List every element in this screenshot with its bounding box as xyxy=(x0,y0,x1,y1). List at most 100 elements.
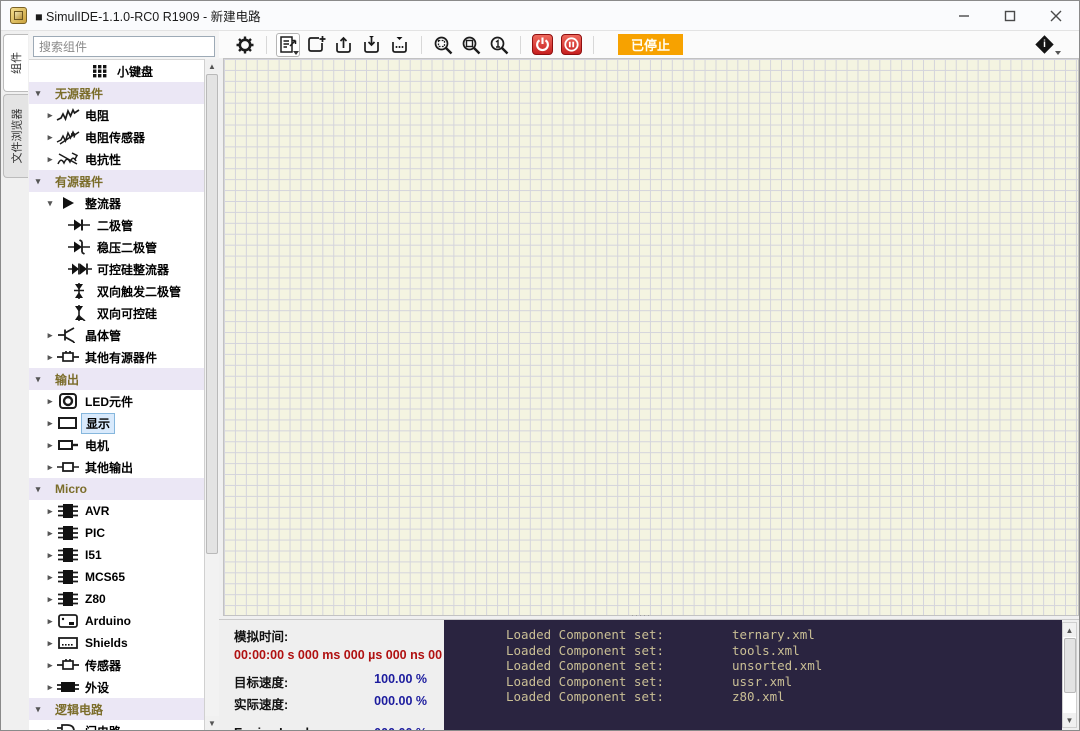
arduino-icon xyxy=(55,613,81,629)
console-message: Loaded Component set: xyxy=(506,689,732,705)
collapse-arrow-icon[interactable]: ▸ xyxy=(45,330,55,341)
expand-arrow-icon[interactable]: ▾ xyxy=(33,484,43,495)
console-scrollbar[interactable]: ▲ ▼ xyxy=(1062,622,1077,728)
collapse-arrow-icon[interactable]: ▸ xyxy=(45,396,55,407)
collapse-arrow-icon[interactable]: ▸ xyxy=(45,154,55,165)
expand-arrow-icon[interactable]: ▾ xyxy=(33,704,43,715)
collapse-arrow-icon[interactable]: ▸ xyxy=(45,682,55,693)
tree-item-label: 其他有源器件 xyxy=(81,348,161,367)
tree-item[interactable]: ▸Arduino xyxy=(29,610,204,632)
collapse-arrow-icon[interactable]: ▸ xyxy=(45,528,55,539)
close-button[interactable] xyxy=(1033,1,1079,30)
collapse-arrow-icon[interactable]: ▸ xyxy=(45,132,55,143)
collapse-arrow-icon[interactable]: ▸ xyxy=(45,616,55,627)
collapse-arrow-icon[interactable]: ▸ xyxy=(45,594,55,605)
tree-item[interactable]: ▸ Z80 xyxy=(29,588,204,610)
save-as-button[interactable] xyxy=(388,33,412,57)
collapse-arrow-icon[interactable]: ▸ xyxy=(45,572,55,583)
tree-category[interactable]: ▾Micro xyxy=(29,478,204,500)
scroll-up-icon[interactable]: ▲ xyxy=(205,59,219,73)
tree-item-label: Z80 xyxy=(81,591,110,607)
new-circuit-icon xyxy=(306,35,326,55)
collapse-arrow-icon[interactable]: ▸ xyxy=(45,352,55,363)
file-actions-button[interactable] xyxy=(276,33,300,57)
console-line: Loaded Component set:tools.xml xyxy=(506,643,1062,659)
expand-arrow-icon[interactable]: ▾ xyxy=(33,88,43,99)
tree-item[interactable]: ▸I51 xyxy=(29,544,204,566)
collapse-arrow-icon[interactable]: ▸ xyxy=(45,550,55,561)
expand-arrow-icon[interactable]: ▾ xyxy=(33,374,43,385)
tree-item[interactable]: ▸ 其他输出 xyxy=(29,456,204,478)
tree-item[interactable]: ▸显示 xyxy=(29,412,204,434)
tree-item[interactable]: ▸ 电抗性 xyxy=(29,148,204,170)
info-button[interactable]: i xyxy=(1035,35,1061,55)
collapse-arrow-icon[interactable]: ▸ xyxy=(45,660,55,671)
tree-category[interactable]: ▾输出 xyxy=(29,368,204,390)
power-circuit-button[interactable] xyxy=(532,34,553,55)
tree-item[interactable]: ▸ 其他有源器件 xyxy=(29,346,204,368)
side-tab-label: 文件浏览器 xyxy=(8,109,24,164)
collapse-arrow-icon[interactable]: ▸ xyxy=(45,110,55,121)
tree-item[interactable]: ▸外设 xyxy=(29,676,204,698)
tree-item-label: 其他输出 xyxy=(81,458,137,477)
scroll-down-icon[interactable]: ▼ xyxy=(1063,713,1076,727)
tree-item[interactable]: 小键盘 xyxy=(29,60,204,82)
expand-arrow-icon[interactable]: ▾ xyxy=(33,176,43,187)
app-icon xyxy=(10,7,27,24)
tree-item[interactable]: 双向触发二极管 xyxy=(29,280,204,302)
open-circuit-button[interactable] xyxy=(332,33,356,57)
zoom-area-icon xyxy=(461,35,481,55)
tree-item[interactable]: ▾整流器 xyxy=(29,192,204,214)
collapse-arrow-icon[interactable]: ▸ xyxy=(45,418,55,429)
tree-item[interactable]: ▸电机 xyxy=(29,434,204,456)
tree-item[interactable]: ▸电阻 xyxy=(29,104,204,126)
tree-item[interactable]: 二极管 xyxy=(29,214,204,236)
tree-item[interactable]: ▸LED元件 xyxy=(29,390,204,412)
tree-scroll-thumb[interactable] xyxy=(206,74,218,554)
maximize-button[interactable] xyxy=(987,1,1033,30)
zoom-area-button[interactable] xyxy=(459,33,483,57)
zoom-one-button[interactable] xyxy=(487,33,511,57)
console-scroll-thumb[interactable] xyxy=(1064,638,1076,693)
expand-arrow-icon[interactable]: ▾ xyxy=(45,198,55,209)
new-circuit-button[interactable] xyxy=(304,33,328,57)
tree-category[interactable]: ▾有源器件 xyxy=(29,170,204,192)
zoom-fit-button[interactable] xyxy=(431,33,455,57)
console-message: Loaded Component set: xyxy=(506,658,732,674)
minimize-button[interactable] xyxy=(941,1,987,30)
circuit-canvas[interactable] xyxy=(223,58,1079,616)
tree-item[interactable]: 双向可控硅 xyxy=(29,302,204,324)
collapse-arrow-icon[interactable]: ▸ xyxy=(45,638,55,649)
tree-item[interactable]: ▸PIC xyxy=(29,522,204,544)
collapse-arrow-icon[interactable]: ▸ xyxy=(45,462,55,473)
search-input[interactable] xyxy=(33,36,215,57)
tree-item[interactable]: ▸门电路 xyxy=(29,720,204,730)
save-circuit-button[interactable] xyxy=(360,33,384,57)
tree-item[interactable]: ▸Shields xyxy=(29,632,204,654)
collapse-arrow-icon[interactable]: ▸ xyxy=(45,506,55,517)
tree-item[interactable]: ▸AVR xyxy=(29,500,204,522)
tree-category[interactable]: ▾无源器件 xyxy=(29,82,204,104)
side-tab-1[interactable]: 文件浏览器 xyxy=(3,94,28,178)
console-file: tools.xml xyxy=(732,643,800,659)
tree-item[interactable]: 可控硅整流器 xyxy=(29,258,204,280)
tree-item[interactable]: ▸MCS65 xyxy=(29,566,204,588)
tree-item[interactable]: ▸晶体管 xyxy=(29,324,204,346)
splitter-handle[interactable]: ····· xyxy=(621,614,661,618)
console-line: Loaded Component set:unsorted.xml xyxy=(506,658,1062,674)
collapse-arrow-icon[interactable]: ▸ xyxy=(45,440,55,451)
collapse-arrow-icon[interactable]: ▸ xyxy=(45,726,55,731)
scroll-down-icon[interactable]: ▼ xyxy=(205,716,219,730)
gate-icon xyxy=(55,723,81,730)
tree-item[interactable]: 稳压二极管 xyxy=(29,236,204,258)
tree-item-label: 电抗性 xyxy=(81,150,125,169)
tree-category[interactable]: ▾逻辑电路 xyxy=(29,698,204,720)
side-tab-label: 组件 xyxy=(8,52,24,74)
tree-scrollbar[interactable]: ▲ ▼ xyxy=(204,59,219,730)
tree-item[interactable]: ▸电阻传感器 xyxy=(29,126,204,148)
pause-sim-button[interactable] xyxy=(561,34,582,55)
tree-item[interactable]: ▸传感器 xyxy=(29,654,204,676)
side-tab-0[interactable]: 组件 xyxy=(3,34,28,92)
scroll-up-icon[interactable]: ▲ xyxy=(1063,623,1076,637)
settings-button[interactable] xyxy=(233,33,257,57)
